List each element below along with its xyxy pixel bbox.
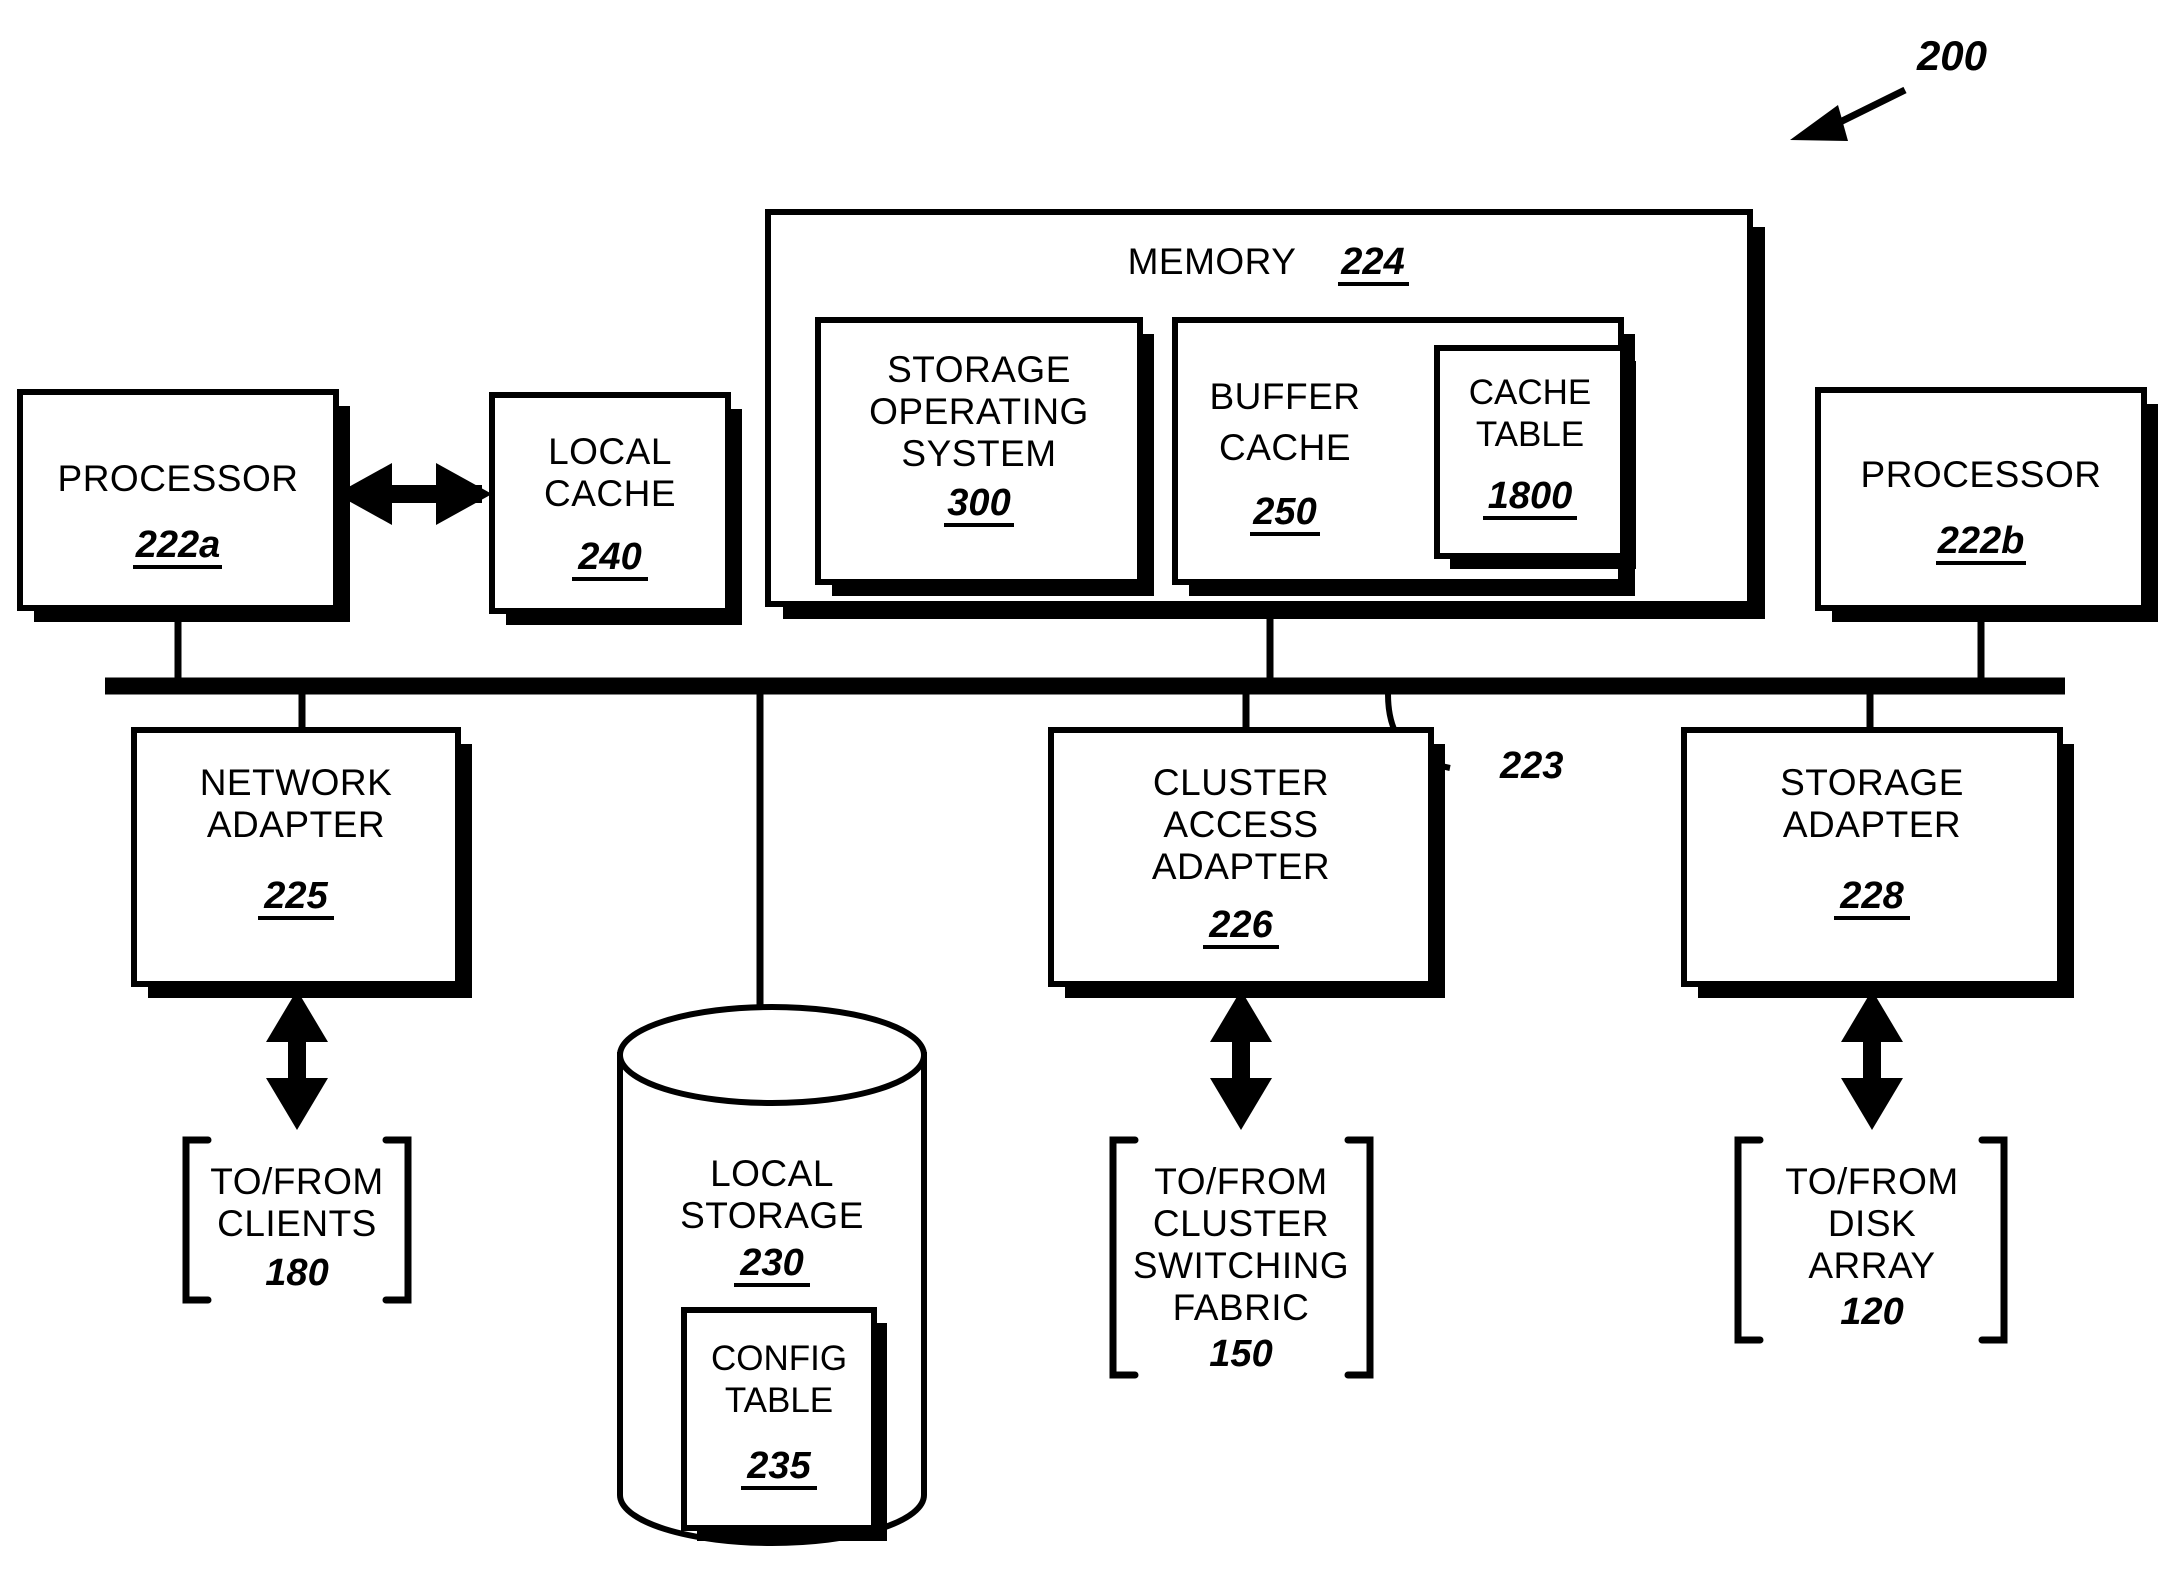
bus-ref: 223 <box>1499 745 1563 787</box>
storage-disk-bidirectional-arrow <box>1841 990 1903 1130</box>
cache-table-label-line1: CACHE <box>1469 373 1592 412</box>
buffer-cache-ref: 250 <box>1252 491 1316 533</box>
network-adapter-label-line2: ADAPTER <box>207 804 385 845</box>
to-from-cluster-fabric-endpoint: TO/FROM CLUSTER SWITCHING FABRIC 150 <box>1109 1136 1374 1379</box>
storage-adapter-label-line1: STORAGE <box>1780 762 1964 803</box>
buffer-cache-label-line1: BUFFER <box>1210 376 1361 417</box>
config-table-label-line2: TABLE <box>725 1381 833 1420</box>
config-table-block: CONFIG TABLE 235 <box>681 1307 887 1541</box>
figure-reference-200: 200 <box>1790 32 1987 141</box>
local-storage-label-line1: LOCAL <box>710 1153 834 1194</box>
sos-label-line2: OPERATING <box>869 391 1089 432</box>
cache-table-ref: 1800 <box>1488 475 1573 517</box>
sos-ref: 300 <box>947 482 1010 524</box>
memory-label: MEMORY <box>1128 241 1297 282</box>
local-storage-label-line2: STORAGE <box>680 1195 864 1236</box>
disk-ref: 120 <box>1840 1291 1903 1333</box>
clients-label-line1: TO/FROM <box>210 1161 383 1202</box>
storage-operating-system-block: STORAGE OPERATING SYSTEM 300 <box>815 317 1154 596</box>
network-adapter-label-line1: NETWORK <box>200 762 393 803</box>
storage-adapter-ref: 228 <box>1839 875 1904 917</box>
local-cache-block: LOCAL CACHE 240 <box>489 392 742 625</box>
disk-label-line1: TO/FROM <box>1785 1161 1958 1202</box>
fabric-bracket-left <box>1109 1136 1139 1379</box>
local-cache-ref: 240 <box>577 536 641 578</box>
local-storage-ref: 230 <box>739 1242 803 1284</box>
cluster-fabric-arrowhead-down <box>1210 1078 1272 1130</box>
disk-label-line2: DISK <box>1828 1203 1916 1244</box>
sos-label-line3: SYSTEM <box>901 433 1056 474</box>
fabric-label-line3: SWITCHING <box>1133 1245 1349 1286</box>
patent-figure-200: 200 MEMORY 224 STORAGE OPERATING SYSTEM … <box>0 0 2171 1578</box>
fabric-ref: 150 <box>1209 1333 1272 1375</box>
figure-leader-arrowhead <box>1790 105 1848 141</box>
figure-reference-label: 200 <box>1916 32 1987 79</box>
clients-label-line2: CLIENTS <box>217 1203 377 1244</box>
local-storage-top-ellipse <box>617 1004 927 1106</box>
cluster-access-adapter-block: CLUSTER ACCESS ADAPTER 226 <box>1048 727 1445 998</box>
fabric-label-line2: CLUSTER <box>1153 1203 1329 1244</box>
processor-b-ref: 222b <box>1937 520 2025 562</box>
processor-cache-bidirectional-arrow <box>336 463 492 525</box>
fabric-bracket-right <box>1344 1136 1374 1379</box>
disk-label-line3: ARRAY <box>1808 1245 1935 1286</box>
cluster-access-adapter-ref: 226 <box>1208 904 1273 946</box>
network-clients-arrowhead-down <box>266 1078 328 1130</box>
storage-adapter-label-line2: ADAPTER <box>1783 804 1961 845</box>
config-table-label-line1: CONFIG <box>711 1339 847 1378</box>
processor-a-box <box>17 389 339 611</box>
clients-bracket-left <box>182 1136 212 1304</box>
cluster-access-adapter-label-line2: ACCESS <box>1163 804 1318 845</box>
memory-ref: 224 <box>1340 241 1404 283</box>
disk-bracket-left <box>1734 1136 1764 1344</box>
cache-table-block: CACHE TABLE 1800 <box>1434 345 1636 569</box>
storage-disk-arrowhead-down <box>1841 1078 1903 1130</box>
processor-b-block: PROCESSOR 222b <box>1815 387 2158 622</box>
local-cache-label-line1: LOCAL <box>548 431 672 472</box>
processor-a-label: PROCESSOR <box>58 458 299 499</box>
clients-bracket-right <box>382 1136 412 1304</box>
cache-table-label-line2: TABLE <box>1476 415 1584 454</box>
local-cache-label-line2: CACHE <box>544 473 676 514</box>
network-adapter-ref: 225 <box>263 875 328 917</box>
sos-label-line1: STORAGE <box>887 349 1071 390</box>
storage-adapter-block: STORAGE ADAPTER 228 <box>1681 727 2074 998</box>
network-adapter-block: NETWORK ADAPTER 225 <box>131 727 472 998</box>
network-clients-bidirectional-arrow <box>266 990 328 1130</box>
to-from-disk-array-endpoint: TO/FROM DISK ARRAY 120 <box>1734 1136 2008 1344</box>
fabric-label-line1: TO/FROM <box>1154 1161 1327 1202</box>
cluster-access-adapter-label-line3: ADAPTER <box>1152 846 1330 887</box>
clients-ref: 180 <box>265 1252 328 1294</box>
processor-b-label: PROCESSOR <box>1861 454 2102 495</box>
processor-a-ref: 222a <box>135 524 221 566</box>
processor-b-box <box>1815 387 2147 611</box>
cluster-fabric-bidirectional-arrow <box>1210 990 1272 1130</box>
to-from-clients-endpoint: TO/FROM CLIENTS 180 <box>182 1136 412 1304</box>
processor-a-block: PROCESSOR 222a <box>17 389 350 622</box>
cluster-access-adapter-label-line1: CLUSTER <box>1153 762 1329 803</box>
config-table-ref: 235 <box>746 1445 811 1487</box>
processor-cache-arrowhead-right <box>436 463 492 525</box>
buffer-cache-label-line2: CACHE <box>1219 427 1351 468</box>
disk-bracket-right <box>1978 1136 2008 1344</box>
fabric-label-line4: FABRIC <box>1173 1287 1310 1328</box>
